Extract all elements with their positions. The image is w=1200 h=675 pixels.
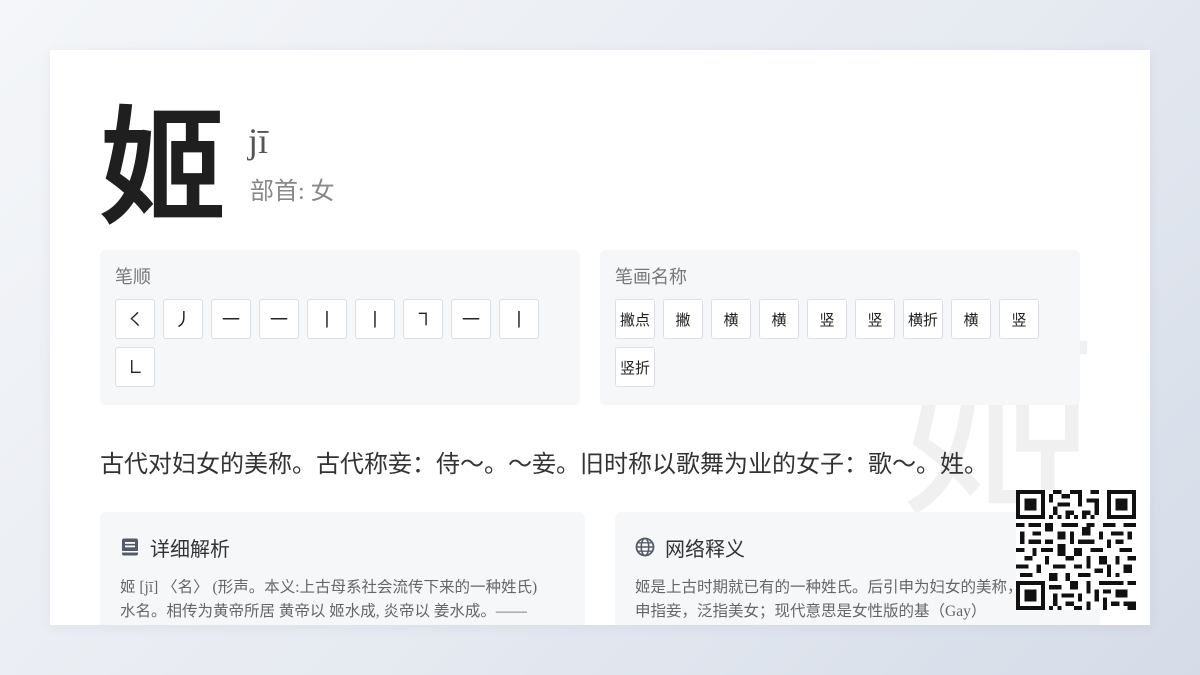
stroke-order-item: 一: [211, 299, 251, 339]
stroke-order-panel: 笔顺 ㇛ 丿 一 一 丨 丨 ㇕ 一 丨 ㇗: [100, 250, 580, 405]
stroke-order-item: ㇛: [115, 299, 155, 339]
web-meaning-line: 申指妾，泛指美女；现代意思是女性版的基（Gay）: [635, 603, 987, 620]
web-meaning-title: 网络释义: [665, 536, 745, 561]
stroke-name-item: 横: [759, 299, 799, 339]
main-character: 姬: [100, 94, 226, 242]
stroke-name-item: 撇: [663, 299, 703, 339]
stroke-order-grid: ㇛ 丿 一 一 丨 丨 ㇕ 一 丨 ㇗: [115, 299, 565, 395]
stroke-order-item: 丨: [499, 299, 539, 339]
stroke-names-grid: 撇点 撇 横 横 竖 竖 横折 横 竖 竖折: [615, 299, 1065, 395]
stroke-name-item: 竖折: [615, 347, 655, 387]
stroke-name-item: 横折: [903, 299, 943, 339]
stroke-order-title: 笔顺: [115, 267, 151, 288]
detail-line: 水名。相传为黄帝所居 黄帝以 姬水成, 炎帝以 姜水成。——: [120, 603, 527, 620]
globe-icon: [635, 537, 655, 557]
web-meaning-header: 网络释义: [635, 534, 1080, 561]
stroke-name-item: 竖: [855, 299, 895, 339]
stroke-order-item: 丨: [355, 299, 395, 339]
web-meaning-line: 姬是上古时期就已有的一种姓氏。后引申为妇女的美称，再引: [635, 579, 1054, 596]
stroke-order-item: 丨: [307, 299, 347, 339]
stroke-name-item: 横: [711, 299, 751, 339]
detail-header: 详细解析: [120, 534, 565, 561]
stroke-name-item: 竖: [999, 299, 1039, 339]
stroke-names-title: 笔画名称: [615, 267, 687, 288]
character-card: 姬 姬 jī 部首: 女 笔顺 ㇛ 丿 一 一 丨 丨 ㇕ 一 丨 ㇗ 笔画名称…: [50, 50, 1150, 625]
qr-code[interactable]: [1016, 490, 1136, 610]
radical: 部首: 女: [250, 179, 335, 205]
stroke-order-item: 一: [451, 299, 491, 339]
detail-panel: 详细解析 姬 [jī] 〈名〉 (形声。本义:上古母系社会流传下来的一种姓氏) …: [100, 512, 585, 625]
stroke-names-panel: 笔画名称 撇点 撇 横 横 竖 竖 横折 横 竖 竖折: [600, 250, 1080, 405]
stroke-name-item: 横: [951, 299, 991, 339]
stroke-name-item: 竖: [807, 299, 847, 339]
pinyin: jī: [248, 121, 269, 161]
definition-text: 古代对妇女的美称。古代称妾：侍～。～妾。旧时称以歌舞为业的女子：歌～。姓。: [100, 452, 988, 478]
stroke-order-item: 丿: [163, 299, 203, 339]
stroke-order-item: 一: [259, 299, 299, 339]
stroke-order-item: ㇕: [403, 299, 443, 339]
detail-title: 详细解析: [150, 536, 230, 561]
stroke-name-item: 撇点: [615, 299, 655, 339]
detail-line: 姬 [jī] 〈名〉 (形声。本义:上古母系社会流传下来的一种姓氏): [120, 579, 538, 596]
book-icon: [122, 538, 138, 556]
stroke-order-item: ㇗: [115, 347, 155, 387]
